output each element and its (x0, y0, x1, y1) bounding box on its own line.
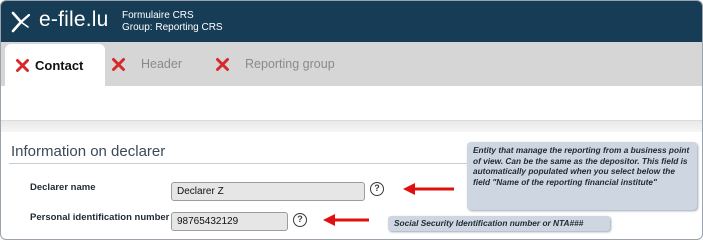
red-arrow-icon (403, 183, 454, 195)
efile-logo-icon (11, 11, 31, 33)
red-arrow-icon (323, 214, 369, 226)
section-divider (9, 163, 479, 164)
error-x-icon (16, 58, 29, 72)
section-title: Information on declarer (11, 143, 166, 160)
declarer-name-tooltip: Entity that manage the reporting from a … (467, 142, 697, 210)
personal-id-input[interactable]: 98765432129 (171, 212, 288, 231)
browser-frame: e-file.lu Formulaire CRS Group: Reportin… (0, 0, 703, 240)
help-question-icon[interactable]: ? (293, 213, 307, 227)
divider-shade (1, 120, 702, 132)
form-title: Formulaire CRS (122, 10, 194, 21)
tab-reporting-group[interactable]: Reporting group (215, 42, 335, 86)
brand-name[interactable]: e-file.lu (39, 8, 109, 32)
tab-header-label: Header (141, 57, 182, 71)
tab-reporting-group-label: Reporting group (245, 57, 335, 71)
help-question-icon[interactable]: ? (370, 182, 384, 196)
toolbar-area (1, 86, 702, 120)
personal-id-tooltip: Social Security Identification number or… (388, 216, 610, 231)
tab-contact-label: Contact (35, 57, 84, 73)
tab-strip (1, 42, 702, 86)
declarer-name-input[interactable]: Declarer Z (171, 182, 365, 201)
tab-header[interactable]: Header (109, 42, 182, 86)
app-header: e-file.lu Formulaire CRS Group: Reportin… (1, 1, 702, 42)
declarer-name-label: Declarer name (30, 182, 96, 193)
error-x-icon (112, 57, 125, 71)
form-group: Group: Reporting CRS (122, 22, 223, 33)
error-x-icon (216, 57, 229, 71)
tab-contact[interactable]: Contact (5, 44, 105, 86)
personal-id-label: Personal identification number (30, 212, 170, 223)
